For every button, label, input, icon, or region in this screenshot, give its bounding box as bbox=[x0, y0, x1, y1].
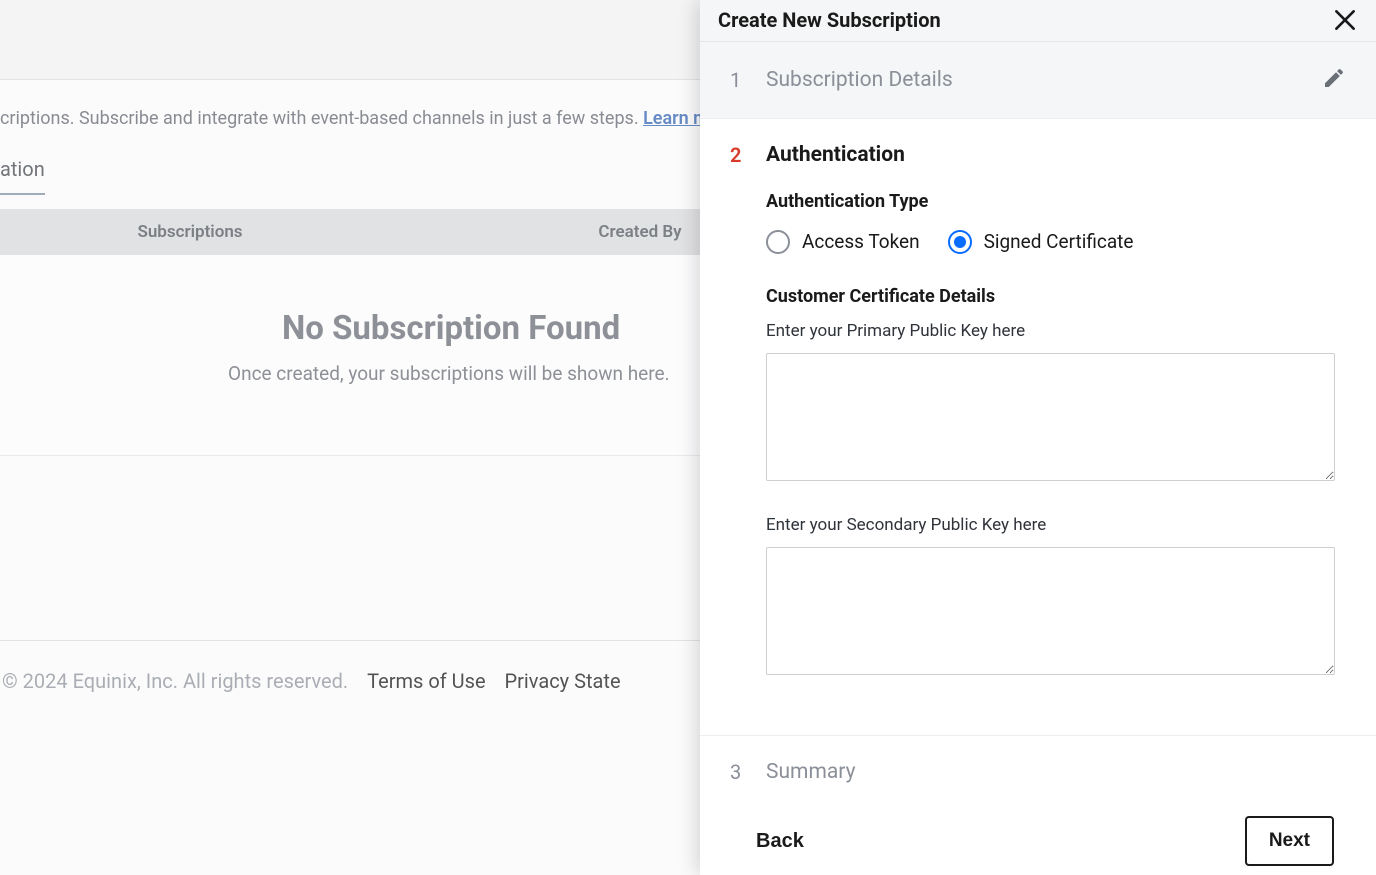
radio-signed-certificate[interactable]: Signed Certificate bbox=[948, 230, 1134, 254]
step-authentication: 2 Authentication bbox=[700, 119, 1376, 191]
secondary-key-label: Enter your Secondary Public Key here bbox=[766, 515, 1310, 535]
cert-details-heading: Customer Certificate Details bbox=[766, 286, 1310, 307]
terms-link[interactable]: Terms of Use bbox=[367, 669, 485, 693]
copyright-text: © 2024 Equinix, Inc. All rights reserved… bbox=[2, 669, 348, 693]
radio-label: Access Token bbox=[802, 230, 920, 253]
close-icon[interactable] bbox=[1332, 7, 1358, 33]
auth-type-radio-group: Access Token Signed Certificate bbox=[766, 230, 1310, 254]
primary-key-input[interactable] bbox=[766, 353, 1335, 481]
auth-type-heading: Authentication Type bbox=[766, 191, 1310, 212]
radio-icon bbox=[766, 230, 790, 254]
drawer-footer: Back Next bbox=[700, 808, 1376, 875]
step-label: Authentication bbox=[766, 143, 905, 167]
drawer-header: Create New Subscription bbox=[700, 0, 1376, 42]
drawer-title: Create New Subscription bbox=[718, 8, 941, 32]
pencil-icon[interactable] bbox=[1322, 66, 1346, 94]
radio-label: Signed Certificate bbox=[984, 230, 1134, 253]
description-text: criptions. Subscribe and integrate with … bbox=[0, 108, 643, 129]
radio-icon bbox=[948, 230, 972, 254]
back-button[interactable]: Back bbox=[756, 830, 804, 853]
auth-form: Authentication Type Access Token Signed … bbox=[700, 191, 1376, 735]
step-number: 1 bbox=[730, 68, 742, 92]
tab-truncated[interactable]: ation bbox=[0, 157, 45, 195]
step-number: 2 bbox=[730, 143, 742, 167]
privacy-link[interactable]: Privacy State bbox=[505, 669, 621, 693]
primary-key-field: Enter your Primary Public Key here bbox=[766, 321, 1310, 485]
create-subscription-drawer: Create New Subscription 1 Subscription D… bbox=[700, 0, 1376, 875]
step-number: 3 bbox=[730, 760, 742, 784]
radio-access-token[interactable]: Access Token bbox=[766, 230, 920, 254]
next-button[interactable]: Next bbox=[1245, 816, 1334, 866]
step-label: Summary bbox=[766, 760, 856, 784]
step-summary[interactable]: 3 Summary bbox=[700, 735, 1376, 808]
primary-key-label: Enter your Primary Public Key here bbox=[766, 321, 1310, 341]
column-subscriptions: Subscriptions bbox=[0, 222, 380, 242]
step-label: Subscription Details bbox=[766, 68, 953, 92]
step-subscription-details[interactable]: 1 Subscription Details bbox=[700, 42, 1376, 119]
secondary-key-field: Enter your Secondary Public Key here bbox=[766, 515, 1310, 679]
secondary-key-input[interactable] bbox=[766, 547, 1335, 675]
